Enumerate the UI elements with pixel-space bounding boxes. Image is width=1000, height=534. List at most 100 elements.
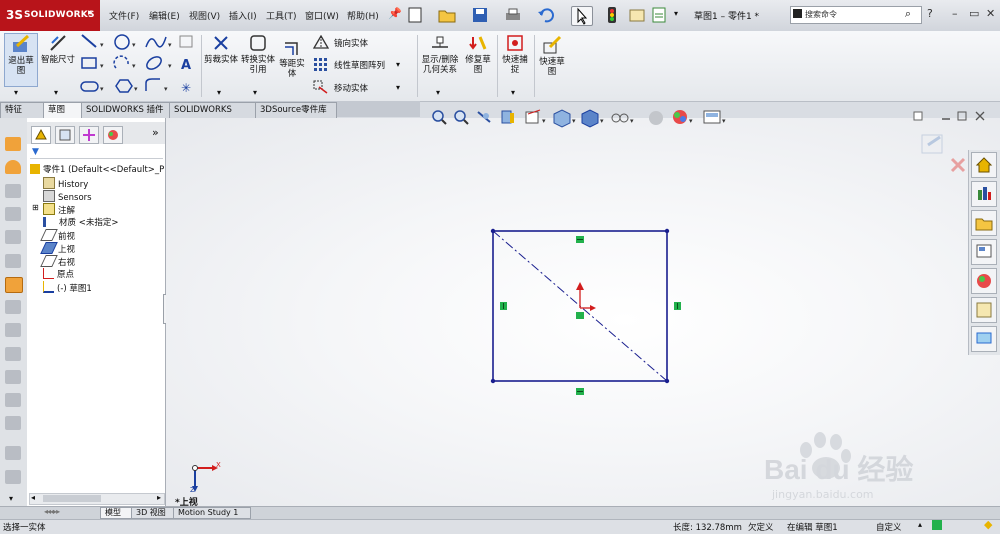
slot-icon[interactable] <box>80 81 99 92</box>
new-doc-icon[interactable] <box>405 6 425 24</box>
tree-item-origin[interactable]: 原点 <box>43 268 74 280</box>
tree-root-part[interactable]: 零件1 (Default<<Default>_P <box>30 163 164 175</box>
tree-item-material[interactable]: 材质 <未指定> <box>43 216 118 228</box>
boundary-boss-icon[interactable] <box>5 230 21 244</box>
viewport-close-icon[interactable] <box>975 111 985 121</box>
exit-sketch-button[interactable]: 退出草图 <box>4 33 38 87</box>
search-commands[interactable]: 搜索命令 ⌕ <box>790 6 922 24</box>
select-cursor-icon[interactable] <box>571 6 593 26</box>
tab-sketch[interactable]: 草图 <box>43 102 83 118</box>
tab-features[interactable]: 特征 <box>0 102 47 118</box>
corner-point[interactable] <box>664 378 670 384</box>
scroll-right-icon[interactable]: ▸ <box>157 493 161 502</box>
polygon-dropdown-icon[interactable]: ▾ <box>134 85 138 93</box>
rebuild-traffic-light-icon[interactable] <box>602 6 622 24</box>
offset-entities-button[interactable]: 等距实体 <box>276 37 308 79</box>
circle-icon[interactable] <box>114 34 130 50</box>
spline-icon[interactable] <box>145 36 167 48</box>
options-dropdown-icon[interactable]: ▾ <box>674 9 678 18</box>
trim-entities-button[interactable]: 剪裁实体 <box>203 33 239 65</box>
arc-icon[interactable] <box>113 55 129 69</box>
move-dropdown-icon[interactable]: ▾ <box>396 83 400 92</box>
solidworks-resources-icon[interactable] <box>971 152 997 178</box>
save-icon[interactable] <box>470 6 490 24</box>
tab-model[interactable]: 模型 <box>100 507 134 519</box>
convert-dropdown-icon[interactable]: ▾ <box>253 88 257 97</box>
tree-item-sketch1[interactable]: (-) 草图1 <box>43 281 92 294</box>
tree-item-right-plane[interactable]: 右视 <box>40 255 75 268</box>
file-explorer-icon[interactable] <box>971 210 997 236</box>
restore-button[interactable]: ▭ <box>969 7 979 20</box>
tab-solidworks-addins[interactable]: SOLIDWORKS 插件 <box>81 102 173 118</box>
search-icon[interactable]: ⌕ <box>905 7 911 21</box>
polygon-icon[interactable] <box>115 79 133 93</box>
circle-dropdown-icon[interactable]: ▾ <box>132 41 136 49</box>
swept-boss-icon[interactable] <box>5 184 21 198</box>
relations-dropdown-icon[interactable]: ▾ <box>436 88 440 97</box>
menu-tools[interactable]: 工具(T) <box>266 9 297 22</box>
tree-item-front-plane[interactable]: 前视 <box>40 229 75 242</box>
forum-icon[interactable] <box>971 326 997 352</box>
trim-dropdown-icon[interactable]: ▾ <box>217 88 221 97</box>
horizontal-relation-icon[interactable] <box>576 388 584 395</box>
exit-sketch-dropdown-icon[interactable]: ▾ <box>14 88 18 97</box>
menu-edit[interactable]: 编辑(E) <box>149 9 180 22</box>
vertical-relation-icon[interactable] <box>500 302 507 310</box>
menu-help[interactable]: 帮助(H) <box>347 9 379 22</box>
lofted-boss-icon[interactable] <box>5 207 21 221</box>
line-icon[interactable] <box>81 34 97 48</box>
revolved-cut-icon[interactable] <box>5 300 21 314</box>
smart-dimension-dropdown-icon[interactable]: ▾ <box>54 88 58 97</box>
smart-dimension-button[interactable]: 智能尺寸 <box>40 33 76 65</box>
open-folder-icon[interactable] <box>437 6 457 24</box>
print-icon[interactable] <box>503 6 523 24</box>
scroll-left-icon[interactable]: ◂ <box>31 493 35 502</box>
fillet-dropdown-icon[interactable]: ▾ <box>164 85 168 93</box>
close-button[interactable]: ✕ <box>986 7 995 20</box>
feature-manager-tab-icon[interactable] <box>31 126 51 144</box>
rectangle-dropdown-icon[interactable]: ▾ <box>100 62 104 70</box>
fillet-icon[interactable] <box>145 78 160 91</box>
swept-cut-icon[interactable] <box>5 323 21 337</box>
show-relations-button[interactable]: 显示/删除几何关系 <box>420 33 460 75</box>
corner-point[interactable] <box>664 228 670 234</box>
menu-file[interactable]: 文件(F) <box>109 9 139 22</box>
hole-wizard-icon[interactable] <box>5 277 23 293</box>
ellipse-dropdown-icon[interactable]: ▾ <box>168 62 172 70</box>
menu-view[interactable]: 视图(V) <box>189 9 220 22</box>
convert-entities-button[interactable]: 转换实体引用 <box>240 33 276 75</box>
tab-nav-arrows-icon[interactable]: ◂◂◂▸▸ <box>44 507 60 516</box>
tab-3dsource[interactable]: 3DSource零件库 <box>255 102 337 118</box>
tree-item-annotations[interactable]: 注解 <box>43 203 75 216</box>
filter-icon[interactable]: ▼ <box>32 147 39 157</box>
configuration-manager-tab-icon[interactable] <box>79 126 99 144</box>
help-icon[interactable]: ? <box>927 7 933 20</box>
extruded-cut-icon[interactable] <box>5 254 21 268</box>
menu-window[interactable]: 窗口(W) <box>305 9 339 22</box>
solidworks-logo[interactable]: 3S SOLIDWORKS ▸ <box>0 0 100 31</box>
vertical-relation-icon[interactable] <box>674 302 681 310</box>
rapid-sketch-button[interactable]: 快速草图 <box>536 35 568 77</box>
custom-properties-icon[interactable] <box>971 297 997 323</box>
corner-point[interactable] <box>490 378 496 384</box>
units-dropdown-icon[interactable]: ▴ <box>918 520 922 529</box>
appearances-scenes-icon[interactable] <box>971 268 997 294</box>
slot-dropdown-icon[interactable]: ▾ <box>100 85 104 93</box>
undo-icon[interactable] <box>536 6 556 24</box>
expand-panel-icon[interactable]: » <box>152 126 159 139</box>
rib-icon[interactable] <box>5 416 21 430</box>
notification-icon[interactable]: ◆ <box>984 518 992 531</box>
fillet-feature-icon[interactable] <box>5 446 21 460</box>
midpoint-relation-icon[interactable] <box>576 312 584 319</box>
quick-snaps-dropdown-icon[interactable]: ▾ <box>511 88 515 97</box>
status-units[interactable]: 自定义 <box>876 521 902 533</box>
horizontal-relation-icon[interactable] <box>576 236 584 243</box>
options-icon[interactable] <box>650 6 670 24</box>
linear-pattern-dropdown-icon[interactable]: ▾ <box>396 60 400 69</box>
surface-grid-icon[interactable] <box>179 35 193 48</box>
spline-dropdown-icon[interactable]: ▾ <box>168 41 172 49</box>
display-manager-tab-icon[interactable] <box>103 126 123 144</box>
scrollbar-thumb[interactable] <box>43 495 101 502</box>
tab-motion-study[interactable]: Motion Study 1 <box>173 507 251 519</box>
quick-snaps-button[interactable]: 快速捕捉 <box>499 33 531 75</box>
